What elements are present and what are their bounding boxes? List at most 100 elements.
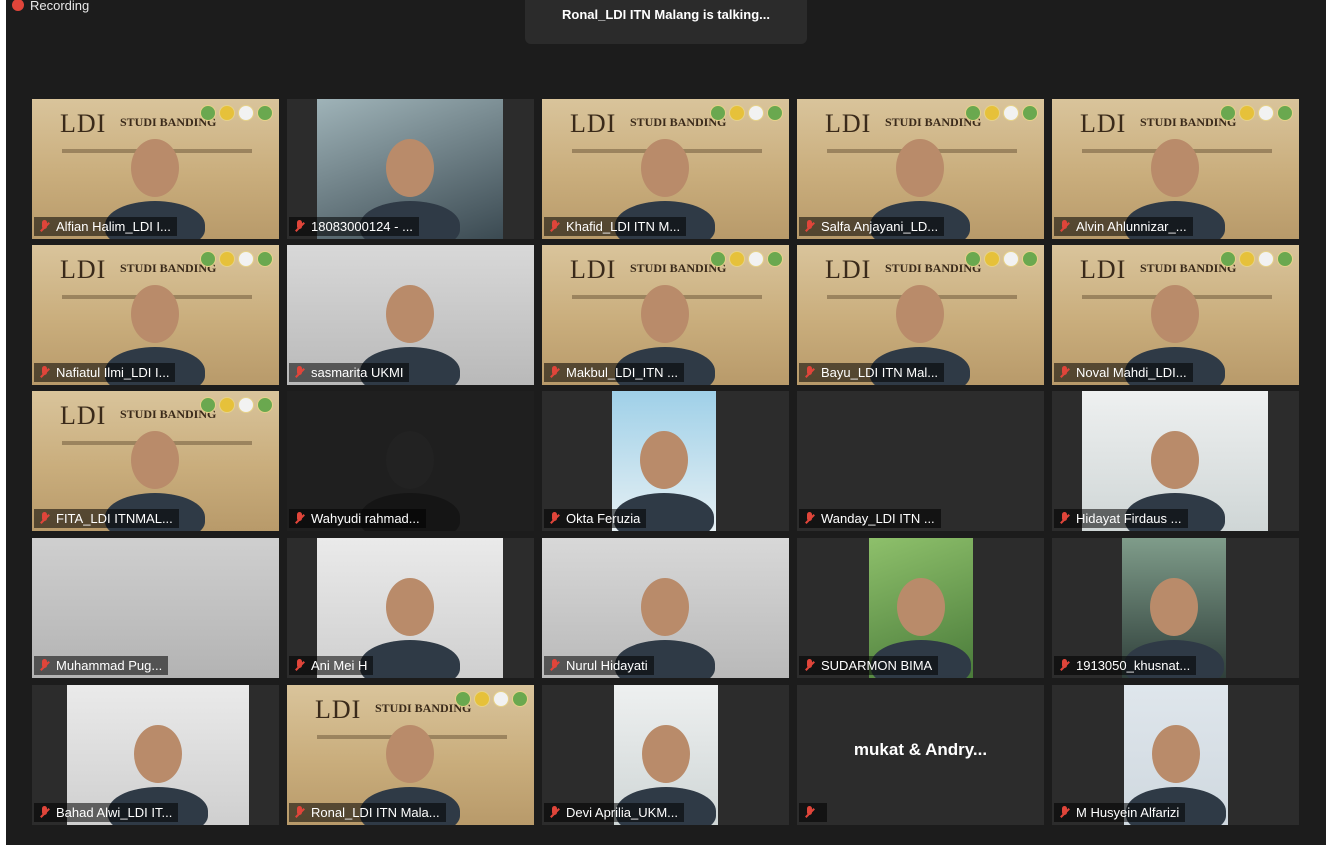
participant-name-label: Alvin Ahlunnizar_... (1054, 217, 1193, 236)
muted-mic-icon (548, 805, 562, 820)
participant-name: 1913050_khusnat... (1076, 658, 1191, 673)
muted-mic-icon (548, 365, 562, 380)
org-logo-icon (984, 251, 1000, 267)
org-logo-icon (219, 105, 235, 121)
participant-name-label: sasmarita UKMI (289, 363, 410, 382)
banner-ldi-text: LDI (825, 109, 872, 138)
org-logo-icon (767, 105, 783, 121)
participant-tile[interactable]: mukat & Andry... (797, 685, 1044, 825)
participant-name: Bayu_LDI ITN Mal... (821, 365, 939, 380)
participant-name-label (799, 803, 827, 822)
participant-name-label: Makbul_LDI_ITN ... (544, 363, 684, 382)
participant-tile[interactable]: sasmarita UKMI (287, 245, 534, 385)
muted-mic-icon (38, 511, 52, 526)
muted-mic-icon (293, 365, 307, 380)
participant-tile[interactable]: LDI STUDI BANDING Noval Mahdi_LDI... (1052, 245, 1299, 385)
participant-face (386, 139, 434, 197)
participant-name-label: Ani Mei H (289, 656, 374, 675)
org-logo-icon (238, 397, 254, 413)
participant-name: Alvin Ahlunnizar_... (1076, 219, 1187, 234)
org-logo-icon (1258, 105, 1274, 121)
participant-face (896, 285, 944, 343)
participant-face (131, 285, 179, 343)
participant-tile[interactable]: LDI STUDI BANDING Khafid_LDI ITN M... (542, 99, 789, 239)
participant-name: Salfa Anjayani_LD... (821, 219, 939, 234)
org-logo-icon (1239, 251, 1255, 267)
org-logo-icon (729, 105, 745, 121)
participant-tile[interactable]: Ani Mei H (287, 538, 534, 678)
banner-ldi-text: LDI (60, 401, 107, 430)
participant-tile[interactable]: LDI STUDI BANDING Bayu_LDI ITN Mal... (797, 245, 1044, 385)
org-logo-icon (200, 397, 216, 413)
participant-tile[interactable]: 1913050_khusnat... (1052, 538, 1299, 678)
participant-tile[interactable]: LDI STUDI BANDING Salfa Anjayani_LD... (797, 99, 1044, 239)
muted-mic-icon (1058, 219, 1072, 234)
participant-tile[interactable]: 18083000124 - ... (287, 99, 534, 239)
participant-face (1151, 285, 1199, 343)
participant-name: M Husyein Alfarizi (1076, 805, 1180, 820)
participant-face (640, 431, 688, 489)
banner-logos (965, 105, 1038, 121)
org-logo-icon (474, 691, 490, 707)
participant-face (386, 725, 434, 783)
participant-tile[interactable]: Wanday_LDI ITN ... (797, 391, 1044, 531)
org-logo-icon (493, 691, 509, 707)
org-logo-icon (729, 251, 745, 267)
participant-name: Nurul Hidayati (566, 658, 648, 673)
org-logo-icon (219, 397, 235, 413)
participant-face (896, 139, 944, 197)
participant-tile[interactable]: Okta Feruzia (542, 391, 789, 531)
muted-mic-icon (293, 658, 307, 673)
participant-name-label: 1913050_khusnat... (1054, 656, 1197, 675)
participant-name: SUDARMON BIMA (821, 658, 933, 673)
participant-tile[interactable]: Nurul Hidayati (542, 538, 789, 678)
participant-name-label: 18083000124 - ... (289, 217, 419, 236)
participant-name-label: M Husyein Alfarizi (1054, 803, 1186, 822)
participant-tile[interactable]: LDI STUDI BANDING Makbul_LDI_ITN ... (542, 245, 789, 385)
participant-tile[interactable]: Hidayat Firdaus ... (1052, 391, 1299, 531)
participant-name-label: Nurul Hidayati (544, 656, 654, 675)
banner-ldi-text: LDI (60, 109, 107, 138)
participant-name-label: Alfian Halim_LDI I... (34, 217, 177, 236)
participant-tile[interactable]: LDI STUDI BANDING Alfian Halim_LDI I... (32, 99, 279, 239)
participant-tile[interactable]: Muhammad Pug... (32, 538, 279, 678)
participant-face (1150, 578, 1198, 636)
org-logo-icon (200, 105, 216, 121)
participant-name: Ronal_LDI ITN Mala... (311, 805, 440, 820)
participant-tile[interactable]: LDI STUDI BANDING Nafiatul Ilmi_LDI I... (32, 245, 279, 385)
participant-tile[interactable]: SUDARMON BIMA (797, 538, 1044, 678)
participant-name-label: Muhammad Pug... (34, 656, 169, 675)
participant-name-label: SUDARMON BIMA (799, 656, 939, 675)
org-logo-icon (1003, 251, 1019, 267)
participant-face (386, 578, 434, 636)
participant-face (641, 139, 689, 197)
participant-name: sasmarita UKMI (311, 365, 404, 380)
participant-tile[interactable]: LDI STUDI BANDING Alvin Ahlunnizar_... (1052, 99, 1299, 239)
muted-mic-icon (1058, 365, 1072, 380)
org-logo-icon (257, 397, 273, 413)
org-logo-icon (219, 251, 235, 267)
muted-mic-icon (38, 805, 52, 820)
org-logo-icon (710, 251, 726, 267)
participant-tile[interactable]: Devi Aprilia_UKM... (542, 685, 789, 825)
banner-ldi-text: LDI (1080, 109, 1127, 138)
org-logo-icon (710, 105, 726, 121)
banner-logos (710, 105, 783, 121)
banner-ldi-text: LDI (570, 109, 617, 138)
banner-logos (200, 397, 273, 413)
participant-name: Noval Mahdi_LDI... (1076, 365, 1187, 380)
muted-mic-icon (293, 511, 307, 526)
participant-tile[interactable]: Bahad Alwi_LDI IT... (32, 685, 279, 825)
participant-center-name: mukat & Andry... (853, 740, 988, 759)
participant-name: Muhammad Pug... (56, 658, 163, 673)
participant-name-label: Devi Aprilia_UKM... (544, 803, 684, 822)
participant-tile[interactable]: Wahyudi rahmad... (287, 391, 534, 531)
org-logo-icon (200, 251, 216, 267)
participant-face (131, 431, 179, 489)
banner-ldi-text: LDI (570, 255, 617, 284)
participant-tile[interactable]: M Husyein Alfarizi (1052, 685, 1299, 825)
participant-tile[interactable]: LDI STUDI BANDING FITA_LDI ITNMAL... (32, 391, 279, 531)
muted-mic-icon (548, 511, 562, 526)
participant-tile[interactable]: LDI STUDI BANDING Ronal_LDI ITN Mala... (287, 685, 534, 825)
participant-name-label: Wahyudi rahmad... (289, 509, 426, 528)
